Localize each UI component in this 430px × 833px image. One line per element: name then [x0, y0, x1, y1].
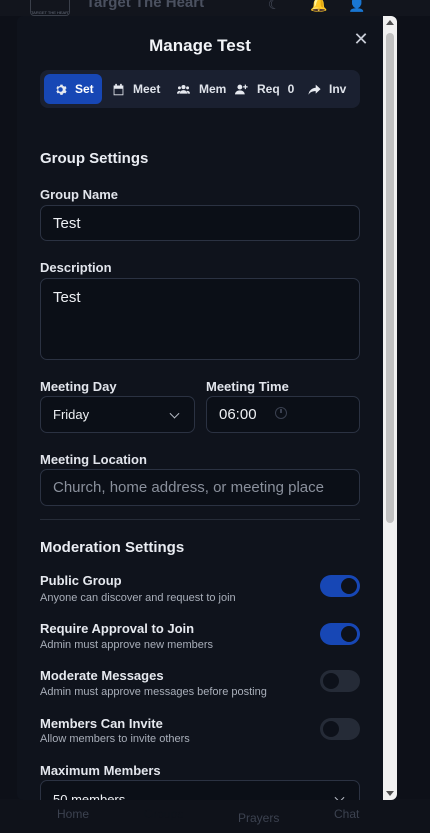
- app-header: TARGET THE HEART Target The Heart ☾ 🔔 👤: [0, 0, 430, 16]
- public-group-toggle[interactable]: [320, 575, 360, 597]
- nav-prayers[interactable]: Prayers: [238, 811, 279, 825]
- require-approval-title: Require Approval to Join: [40, 621, 195, 636]
- public-group-description: Anyone can discover and request to join: [40, 592, 236, 604]
- tab-meetings-label: Meet: [133, 82, 161, 96]
- close-icon[interactable]: ✕: [351, 29, 371, 49]
- moderate-messages-description: Admin must approve messages before posti…: [40, 686, 267, 698]
- members-can-invite-description: Allow members to invite others: [40, 733, 190, 745]
- description-value: Test: [53, 289, 81, 306]
- request-count-badge: 0: [287, 82, 295, 96]
- tab-members[interactable]: Mem: [174, 74, 234, 104]
- moderation-settings-heading: Moderation Settings: [40, 539, 185, 556]
- user-plus-icon: [235, 84, 248, 94]
- moderate-messages-title: Moderate Messages: [40, 668, 164, 683]
- group-name-label: Group Name: [40, 187, 119, 202]
- modal-content: Manage Test ✕ Set Meet Mem Req 0 Inv Gro…: [17, 16, 383, 800]
- nav-groups[interactable]: Groups: [144, 807, 183, 821]
- max-members-label: Maximum Members: [40, 763, 161, 778]
- scroll-down-arrow-icon[interactable]: [386, 791, 394, 796]
- description-label: Description: [40, 260, 112, 275]
- user-icon[interactable]: 👤: [348, 0, 365, 13]
- modal-title: Manage Test: [149, 36, 251, 55]
- toggle-knob: [341, 626, 357, 642]
- max-members-select[interactable]: 50 members: [40, 780, 360, 800]
- manage-group-modal: Manage Test ✕ Set Meet Mem Req 0 Inv Gro…: [17, 16, 397, 800]
- group-settings-heading: Group Settings: [40, 150, 149, 167]
- group-name-input[interactable]: Test: [40, 205, 360, 241]
- public-group-title: Public Group: [40, 573, 122, 588]
- members-can-invite-toggle[interactable]: [320, 718, 360, 740]
- moderate-messages-toggle[interactable]: [320, 670, 360, 692]
- max-members-value: 50 members: [53, 792, 126, 800]
- description-textarea[interactable]: Test: [40, 278, 360, 360]
- scrollbar-thumb[interactable]: [386, 33, 394, 523]
- share-icon: [308, 84, 321, 95]
- meeting-time-input[interactable]: 06:00: [206, 396, 360, 433]
- toggle-knob: [323, 673, 339, 689]
- clock-icon[interactable]: [275, 407, 287, 419]
- meeting-location-placeholder: Church, home address, or meeting place: [53, 479, 324, 496]
- require-approval-toggle[interactable]: [320, 623, 360, 645]
- tab-settings-label: Set: [75, 82, 94, 96]
- nav-chat[interactable]: Chat: [334, 807, 359, 821]
- scroll-up-arrow-icon[interactable]: [386, 20, 394, 25]
- chevron-down-icon: [334, 792, 345, 800]
- tab-bar: Set Meet Mem Req 0 Inv: [40, 70, 360, 108]
- gear-icon: [56, 84, 67, 95]
- meeting-time-label: Meeting Time: [206, 379, 289, 394]
- tab-requests-label: Req: [257, 82, 280, 96]
- bell-icon[interactable]: 🔔: [310, 0, 327, 13]
- meeting-location-label: Meeting Location: [40, 452, 147, 467]
- toggle-knob: [341, 578, 357, 594]
- moon-icon[interactable]: ☾: [268, 0, 281, 13]
- tab-meetings[interactable]: Meet: [110, 74, 170, 104]
- chevron-down-icon: [169, 408, 180, 419]
- group-name-value: Test: [53, 214, 81, 232]
- nav-home[interactable]: Home: [57, 807, 89, 821]
- tab-invite-label: Inv: [329, 82, 347, 96]
- tab-members-label: Mem: [199, 82, 227, 96]
- tab-settings[interactable]: Set: [44, 74, 102, 104]
- tab-requests[interactable]: Req 0: [234, 74, 298, 104]
- meeting-day-select[interactable]: Friday: [40, 396, 195, 433]
- app-logo: TARGET THE HEART: [30, 0, 70, 16]
- bottom-nav: Home Groups Prayers Chat: [0, 799, 430, 833]
- meeting-day-value: Friday: [53, 407, 90, 422]
- meeting-day-label: Meeting Day: [40, 379, 117, 394]
- tab-invite[interactable]: Inv: [306, 74, 356, 104]
- meeting-time-value: 06:00: [219, 406, 257, 423]
- modal-scrollbar[interactable]: [383, 16, 397, 800]
- app-title: Target The Heart: [86, 0, 205, 11]
- members-can-invite-title: Members Can Invite: [40, 716, 163, 731]
- toggle-knob: [323, 721, 339, 737]
- meeting-location-input[interactable]: Church, home address, or meeting place: [40, 469, 360, 506]
- calendar-icon: [113, 83, 124, 95]
- users-icon: [177, 84, 190, 94]
- section-divider: [40, 519, 360, 520]
- require-approval-description: Admin must approve new members: [40, 639, 214, 651]
